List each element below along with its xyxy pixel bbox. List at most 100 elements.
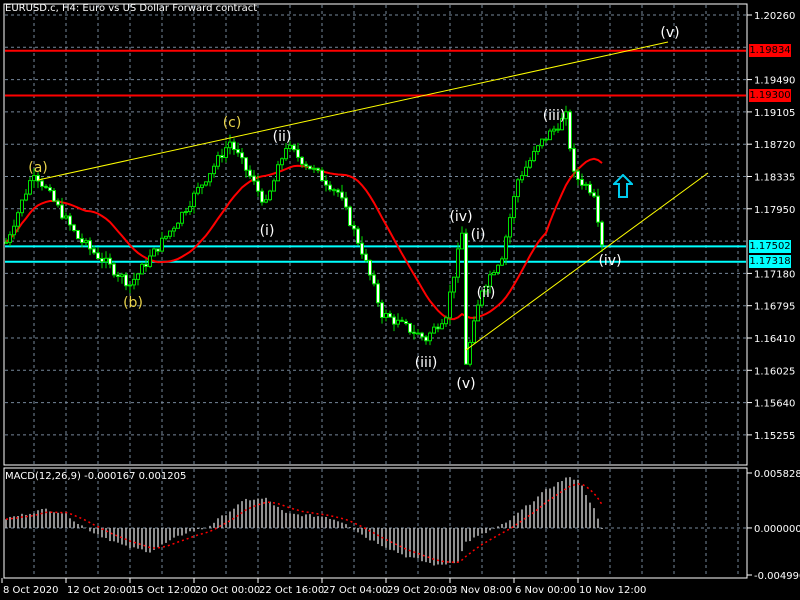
candle-body (80, 238, 84, 244)
candle-body (16, 212, 20, 227)
candle-body (448, 291, 452, 319)
candle (544, 138, 548, 144)
candle (252, 170, 256, 185)
wave-label-c: (c) (222, 115, 242, 131)
buy-arrow-icon[interactable] (613, 174, 633, 198)
candle (216, 151, 220, 170)
candle (276, 160, 280, 182)
macd-tick-label: 0.000000 (754, 524, 800, 535)
candle (424, 335, 428, 345)
candle-body (28, 180, 32, 195)
time-tick-label: 10 Nov 12:00 (579, 585, 646, 596)
candle (576, 168, 580, 186)
candle-body (292, 144, 296, 151)
candle-body (384, 312, 388, 318)
candle-body (160, 237, 164, 252)
candle (204, 181, 208, 187)
candle (212, 163, 216, 178)
candle-body (444, 317, 448, 325)
candle (552, 125, 556, 136)
chart-canvas[interactable]: 1.20260 1.19490 1.19105 1.18720 1.18335 1.179… (0, 0, 800, 600)
frame (3, 3, 748, 579)
price-tick-label: 1.16410 (754, 334, 795, 345)
candle (168, 230, 172, 239)
candle (432, 323, 436, 334)
candle-body (140, 263, 144, 275)
candle-body (116, 274, 120, 278)
candle (164, 235, 168, 241)
candle (180, 211, 184, 227)
wave-label-b: (b) (123, 295, 143, 311)
candle (372, 270, 376, 287)
candle-body (120, 274, 124, 278)
candle-body (520, 175, 524, 181)
candle-body (348, 206, 352, 227)
candle-body (416, 332, 420, 335)
candle-body (328, 184, 332, 191)
price-tick-label: 1.16795 (754, 302, 795, 313)
candle-body (224, 147, 228, 158)
candle-body (580, 178, 584, 186)
candle-body (316, 167, 320, 171)
candle-body (300, 156, 304, 165)
candle-body (92, 248, 96, 254)
candle-body (320, 169, 324, 182)
candle-body (524, 166, 528, 177)
wave-label-i: (i) (259, 223, 275, 239)
candle-body (128, 284, 132, 287)
candle (532, 146, 536, 163)
candle (292, 143, 296, 153)
candle (508, 213, 512, 244)
candle (220, 148, 224, 163)
candle (348, 205, 352, 227)
candle-body (152, 248, 156, 257)
candle-body (148, 255, 152, 267)
price-tick-label: 1.20260 (754, 11, 795, 22)
macd-tick-label: 0.005828 (754, 469, 800, 480)
candle-body (40, 180, 44, 187)
candle-body (216, 155, 220, 167)
time-tick-label: 20 Oct 00:00 (195, 585, 260, 596)
candle (200, 184, 204, 195)
time-tick-label: 8 Oct 2020 (3, 585, 58, 596)
price-tick-label: 1.19105 (754, 108, 795, 119)
candle (404, 318, 408, 326)
candle-body (132, 278, 136, 286)
candle (392, 314, 396, 332)
candle (428, 331, 432, 346)
candle (464, 228, 468, 365)
candle (436, 323, 440, 333)
candle-body (48, 187, 52, 192)
candle-body (264, 199, 268, 203)
candle-body (192, 192, 196, 208)
candle (416, 329, 420, 335)
candle-body (596, 195, 600, 223)
candle (128, 284, 132, 294)
candle (136, 272, 140, 286)
candle-body (588, 183, 592, 194)
candle (52, 188, 56, 203)
candle (376, 279, 380, 308)
candle-body (396, 319, 400, 325)
candle-body (344, 197, 348, 208)
candle (296, 142, 300, 162)
macd-tick-label: -0.004990 (754, 571, 800, 582)
price-tick-label: 1.15640 (754, 399, 795, 410)
candle-body (460, 232, 464, 250)
candle (340, 184, 344, 201)
candle (8, 231, 12, 247)
candle (420, 331, 424, 341)
candle-body (584, 183, 588, 186)
candle (284, 142, 288, 162)
wave-label-iii-2: (iii) (542, 108, 566, 124)
candle-body (432, 326, 436, 334)
wave-label-v-top: (v) (660, 25, 680, 41)
candle (592, 188, 596, 198)
price-tick-label: 1.19490 (754, 76, 795, 87)
candle (468, 339, 472, 367)
candle (380, 299, 384, 324)
candle-body (172, 227, 176, 232)
candle-body (360, 242, 364, 255)
candle (568, 109, 572, 152)
time-tick-label: 3 Nov 08:00 (451, 585, 512, 596)
